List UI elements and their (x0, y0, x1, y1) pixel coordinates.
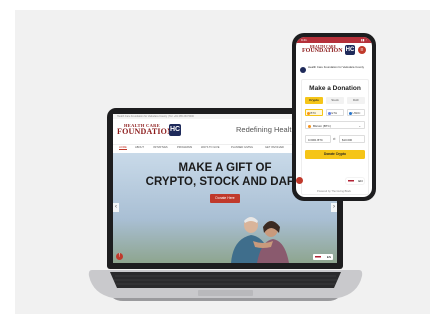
coin-eth[interactable]: ETH (326, 109, 344, 116)
donate-here-button[interactable]: Donate Here (210, 194, 240, 203)
nav-home[interactable]: HOME (119, 146, 127, 150)
alert-fab-icon[interactable]: ! (116, 253, 123, 260)
tab-daf[interactable]: DAF (347, 97, 365, 104)
phone-frame: 9:41 ▮▮ ◔ HEALTH CARE FOUNDATION HC ≡ He… (292, 33, 376, 201)
amount-fields: 0.0001 BTC ⇄ $10.000 (305, 135, 365, 143)
usd-amount-input[interactable]: $10.000 (339, 135, 365, 143)
logo-mark-icon: HC (169, 124, 181, 136)
hero-photo-couple (231, 217, 289, 263)
coin-btc[interactable]: BTC (305, 109, 323, 116)
phone-footer: Powered by The Giving Block (317, 190, 351, 193)
organization-name: Health Care Foundation for Vadodara Coun… (308, 65, 365, 69)
status-icons: ▮▮ ◔ (361, 38, 367, 42)
tab-stock[interactable]: Stock (326, 97, 344, 104)
coin-select-value: Bitcoin (BTC) (313, 124, 331, 128)
bitcoin-icon (308, 124, 311, 128)
language-code: EN (326, 255, 331, 259)
hero-line-2: CRYPTO, STOCK AND DAF'S (145, 176, 305, 188)
coin-eth-label: ETH (331, 111, 338, 115)
crypto-amount-input[interactable]: 0.0001 BTC (305, 135, 331, 143)
hamburger-menu-icon[interactable]: ≡ (358, 46, 366, 54)
organization-row: Health Care Foundation for Vadodara Coun… (300, 65, 368, 76)
status-bar: 9:41 ▮▮ ◔ (296, 37, 372, 43)
phone-site-logo[interactable]: HEALTH CARE FOUNDATION HC ≡ (300, 45, 368, 59)
carousel-next-icon[interactable]: › (331, 203, 337, 212)
site-logo[interactable]: HEALTH CARE FOUNDATION HC (117, 123, 191, 140)
asset-type-tabs: Crypto Stock DAF (305, 97, 365, 104)
tab-crypto[interactable]: Crypto (305, 97, 323, 104)
usdc-icon (349, 112, 352, 115)
logo-line2: FOUNDATION (117, 127, 174, 136)
coin-usdc-label: USDC (352, 111, 361, 115)
phone-logo-mark-icon: HC (345, 45, 355, 55)
coin-usdc[interactable]: USDC (347, 109, 365, 116)
phone-language-code: EN (358, 179, 363, 183)
laptop-keyboard-base (88, 270, 363, 301)
swap-icon[interactable]: ⇄ (333, 137, 336, 141)
nav-about[interactable]: ABOUT (135, 146, 144, 149)
eth-icon (328, 112, 331, 115)
organization-avatar-icon (300, 67, 306, 73)
carousel-prev-icon[interactable]: ‹ (113, 203, 119, 212)
nav-get-involved[interactable]: GET INVOLVED (265, 146, 284, 149)
chevron-down-icon: ⌄ (358, 124, 361, 128)
coin-btc-label: BTC (310, 111, 317, 115)
us-flag-icon (315, 255, 321, 259)
hero-line-1: MAKE A GIFT OF (178, 162, 272, 174)
phone-screen: 9:41 ▮▮ ◔ HEALTH CARE FOUNDATION HC ≡ He… (296, 37, 372, 197)
nav-planned-giving[interactable]: PLANNED GIVING (231, 146, 253, 149)
donation-form-title: Make a Donation (309, 85, 361, 92)
phone-us-flag-icon (347, 179, 354, 183)
phone-alert-fab-icon[interactable] (296, 177, 303, 184)
phone-language-selector[interactable]: EN (346, 178, 364, 184)
nav-initiatives[interactable]: INITIATIVES (153, 146, 168, 149)
btc-icon (307, 112, 310, 115)
nav-ways-to-give[interactable]: WAYS TO GIVE (201, 146, 220, 149)
nav-programs[interactable]: PROGRAMS (177, 146, 192, 149)
coin-quick-select: BTC ETH USDC (305, 109, 365, 116)
status-time: 9:41 (301, 38, 307, 42)
coin-select-dropdown[interactable]: Bitcoin (BTC) ⌄ (305, 121, 365, 129)
donate-crypto-button[interactable]: Donate Crypto (305, 150, 365, 159)
language-selector[interactable]: EN (313, 254, 333, 260)
phone-logo-line2: FOUNDATION (302, 48, 343, 54)
